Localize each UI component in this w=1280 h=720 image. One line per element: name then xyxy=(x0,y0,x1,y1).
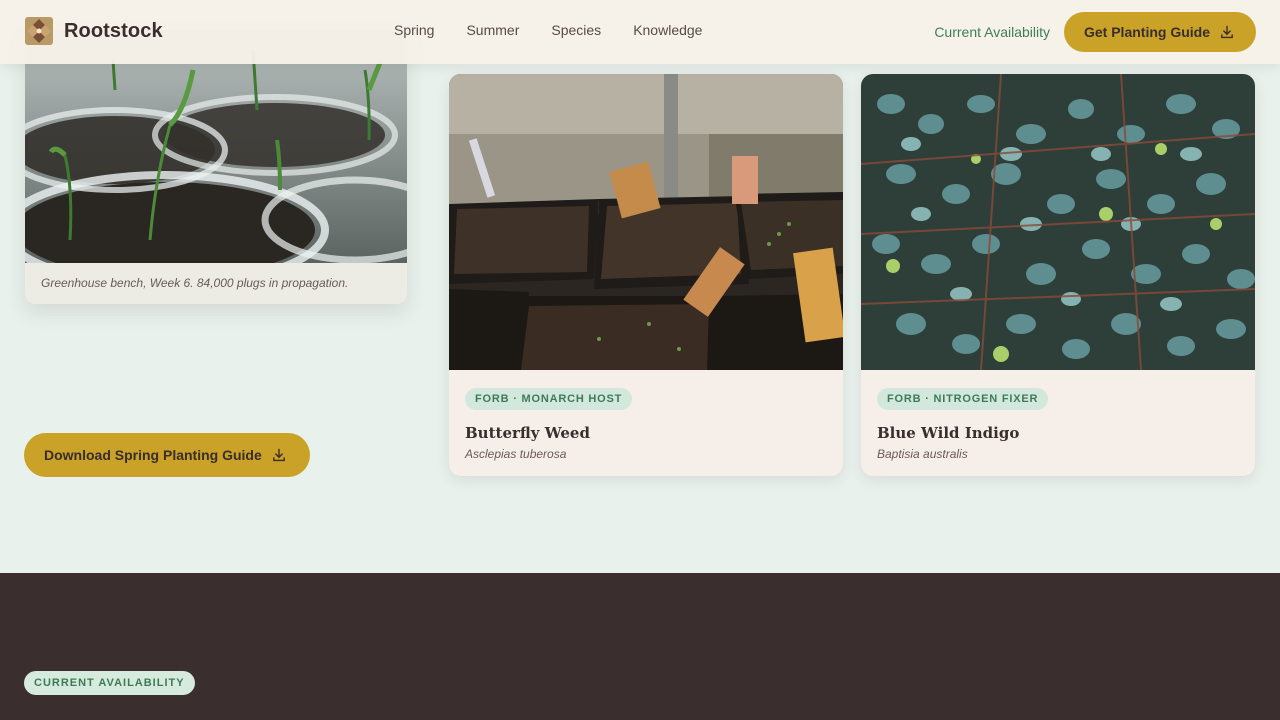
brand-name: Rootstock xyxy=(64,19,163,42)
plant-card-body: FORB · MONARCH HOST Butterfly Weed Ascle… xyxy=(465,388,633,461)
plant-tag: FORB · MONARCH HOST xyxy=(465,388,633,410)
rootstock-logo-icon xyxy=(25,17,53,45)
plant-name: Blue Wild Indigo xyxy=(877,424,1020,442)
nav-item-species[interactable]: Species xyxy=(551,22,601,38)
brand-logo[interactable]: Rootstock xyxy=(24,16,163,46)
plant-tag: FORB · NITROGEN FIXER xyxy=(877,388,1049,410)
plant-card-blue-wild-indigo[interactable]: FORB · NITROGEN FIXER Blue Wild Indigo B… xyxy=(861,74,1255,476)
download-spring-guide-button[interactable]: Download Spring Planting Guide xyxy=(24,433,310,477)
plant-card-butterfly-weed[interactable]: FORB · MONARCH HOST Butterfly Weed Ascle… xyxy=(449,74,843,476)
plant-card-body: FORB · NITROGEN FIXER Blue Wild Indigo B… xyxy=(877,388,1049,461)
greenhouse-seedlings-photo xyxy=(25,30,407,263)
photo-caption: Greenhouse bench, Week 6. 84,000 plugs i… xyxy=(41,276,349,290)
site-header: Rootstock Spring Summer Species Knowledg… xyxy=(0,0,1280,64)
download-icon xyxy=(272,448,285,462)
availability-section: CURRENT AVAILABILITY xyxy=(0,573,1280,720)
indigo-foliage-photo xyxy=(861,74,1255,370)
download-icon xyxy=(1221,25,1233,39)
current-availability-link[interactable]: Current Availability xyxy=(934,24,1050,40)
get-planting-guide-button[interactable]: Get Planting Guide xyxy=(1063,12,1256,52)
greenhouse-photo-card: Greenhouse bench, Week 6. 84,000 plugs i… xyxy=(25,30,407,304)
nav-item-knowledge[interactable]: Knowledge xyxy=(633,22,702,38)
nav-item-summer[interactable]: Summer xyxy=(466,22,519,38)
current-availability-badge: CURRENT AVAILABILITY xyxy=(24,671,195,695)
main-nav: Spring Summer Species Knowledge xyxy=(394,22,702,38)
seed-trays-photo xyxy=(449,74,843,370)
download-spring-guide-label: Download Spring Planting Guide xyxy=(44,447,262,463)
plant-name: Butterfly Weed xyxy=(465,424,590,442)
nav-item-spring[interactable]: Spring xyxy=(394,22,434,38)
get-planting-guide-label: Get Planting Guide xyxy=(1083,24,1210,40)
plant-scientific-name: Baptisia australis xyxy=(877,447,968,461)
plant-scientific-name: Asclepias tuberosa xyxy=(465,447,567,461)
